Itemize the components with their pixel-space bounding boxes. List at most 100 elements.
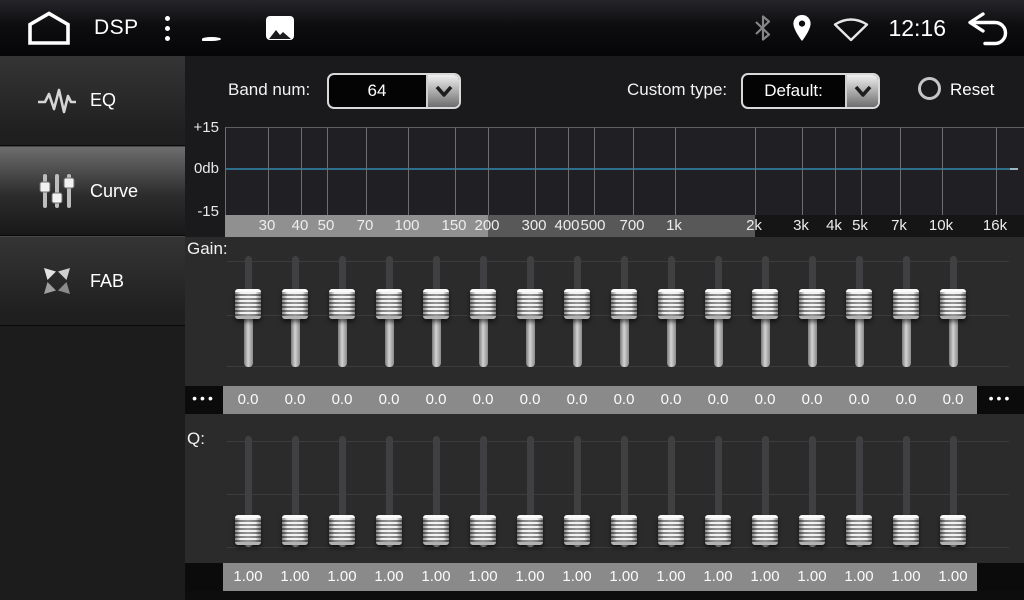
q-slider-knob[interactable]	[846, 515, 872, 545]
q-slider[interactable]	[376, 436, 402, 548]
slider-track-upper[interactable]	[809, 436, 816, 521]
gain-slider[interactable]	[658, 256, 684, 368]
slider-track-lower[interactable]	[620, 313, 629, 367]
gain-slider[interactable]	[376, 256, 402, 368]
reset-radio[interactable]	[918, 77, 941, 100]
eq-plot[interactable]	[225, 127, 1024, 215]
gain-slider[interactable]	[564, 256, 590, 368]
slider-track-upper[interactable]	[950, 436, 957, 521]
gain-slider-knob[interactable]	[658, 289, 684, 319]
gain-slider[interactable]	[752, 256, 778, 368]
slider-track-upper[interactable]	[339, 436, 346, 521]
gain-slider-knob[interactable]	[846, 289, 872, 319]
q-slider-knob[interactable]	[376, 515, 402, 545]
q-slider[interactable]	[470, 436, 496, 548]
slider-track-lower[interactable]	[291, 313, 300, 367]
gain-slider[interactable]	[517, 256, 543, 368]
slider-track-upper[interactable]	[762, 436, 769, 521]
gain-more-left-button[interactable]: •••	[185, 386, 223, 414]
gain-slider-knob[interactable]	[799, 289, 825, 319]
slider-track-lower[interactable]	[573, 313, 582, 367]
q-slider-knob[interactable]	[329, 515, 355, 545]
slider-track-lower[interactable]	[714, 313, 723, 367]
slider-track-upper[interactable]	[668, 436, 675, 521]
sidebar-item-fab[interactable]: FAB	[0, 236, 185, 326]
slider-track-upper[interactable]	[433, 436, 440, 521]
gain-slider-knob[interactable]	[705, 289, 731, 319]
gallery-icon[interactable]	[266, 16, 294, 40]
slider-track-lower[interactable]	[385, 313, 394, 367]
slider-track-upper[interactable]	[527, 436, 534, 521]
q-slider[interactable]	[282, 436, 308, 548]
slider-track-lower[interactable]	[808, 313, 817, 367]
q-slider-knob[interactable]	[752, 515, 778, 545]
q-slider[interactable]	[846, 436, 872, 548]
q-slider[interactable]	[893, 436, 919, 548]
q-slider[interactable]	[235, 436, 261, 548]
gain-slider[interactable]	[611, 256, 637, 368]
slider-track-lower[interactable]	[855, 313, 864, 367]
q-slider[interactable]	[423, 436, 449, 548]
q-slider[interactable]	[940, 436, 966, 548]
gain-slider-knob[interactable]	[282, 289, 308, 319]
q-slider-knob[interactable]	[235, 515, 261, 545]
gain-slider-knob[interactable]	[517, 289, 543, 319]
q-slider[interactable]	[705, 436, 731, 548]
gain-more-right-button[interactable]: •••	[977, 386, 1024, 414]
slider-track-lower[interactable]	[667, 313, 676, 367]
apps-icon[interactable]	[202, 7, 244, 49]
gain-slider-knob[interactable]	[564, 289, 590, 319]
gain-slider-knob[interactable]	[940, 289, 966, 319]
gain-slider-knob[interactable]	[893, 289, 919, 319]
slider-track-lower[interactable]	[338, 313, 347, 367]
home-icon[interactable]	[26, 10, 72, 46]
slider-track-lower[interactable]	[761, 313, 770, 367]
gain-slider-knob[interactable]	[752, 289, 778, 319]
gain-slider-knob[interactable]	[423, 289, 449, 319]
gain-slider-knob[interactable]	[611, 289, 637, 319]
slider-track-lower[interactable]	[526, 313, 535, 367]
gain-slider[interactable]	[799, 256, 825, 368]
slider-track-lower[interactable]	[479, 313, 488, 367]
slider-track-upper[interactable]	[856, 436, 863, 521]
slider-track-upper[interactable]	[386, 436, 393, 521]
gain-slider-knob[interactable]	[470, 289, 496, 319]
q-slider[interactable]	[517, 436, 543, 548]
q-slider-knob[interactable]	[940, 515, 966, 545]
gain-slider[interactable]	[282, 256, 308, 368]
slider-track-lower[interactable]	[432, 313, 441, 367]
slider-track-upper[interactable]	[292, 436, 299, 521]
slider-track-upper[interactable]	[621, 436, 628, 521]
band-num-dropdown[interactable]: 64	[327, 73, 461, 109]
slider-track-upper[interactable]	[903, 436, 910, 521]
gain-slider[interactable]	[470, 256, 496, 368]
gain-slider[interactable]	[940, 256, 966, 368]
slider-track-lower[interactable]	[244, 313, 253, 367]
q-slider-knob[interactable]	[517, 515, 543, 545]
q-slider-knob[interactable]	[470, 515, 496, 545]
sidebar-item-eq[interactable]: EQ	[0, 56, 185, 146]
back-icon[interactable]	[962, 9, 1012, 47]
q-slider[interactable]	[564, 436, 590, 548]
sidebar-item-curve[interactable]: Curve	[0, 146, 185, 236]
slider-track-upper[interactable]	[245, 436, 252, 521]
slider-track-upper[interactable]	[480, 436, 487, 521]
slider-track-lower[interactable]	[949, 313, 958, 367]
gain-slider[interactable]	[329, 256, 355, 368]
q-slider-knob[interactable]	[564, 515, 590, 545]
q-slider-knob[interactable]	[799, 515, 825, 545]
q-slider[interactable]	[611, 436, 637, 548]
q-slider-knob[interactable]	[705, 515, 731, 545]
q-slider-knob[interactable]	[893, 515, 919, 545]
slider-track-lower[interactable]	[902, 313, 911, 367]
slider-track-upper[interactable]	[574, 436, 581, 521]
overflow-menu-icon[interactable]	[165, 16, 170, 41]
chevron-down-icon[interactable]	[426, 75, 459, 107]
gain-slider-knob[interactable]	[329, 289, 355, 319]
slider-track-upper[interactable]	[715, 436, 722, 521]
custom-type-dropdown[interactable]: Default:	[741, 73, 880, 109]
gain-slider[interactable]	[235, 256, 261, 368]
gain-slider-knob[interactable]	[235, 289, 261, 319]
q-slider-knob[interactable]	[423, 515, 449, 545]
gain-slider-knob[interactable]	[376, 289, 402, 319]
